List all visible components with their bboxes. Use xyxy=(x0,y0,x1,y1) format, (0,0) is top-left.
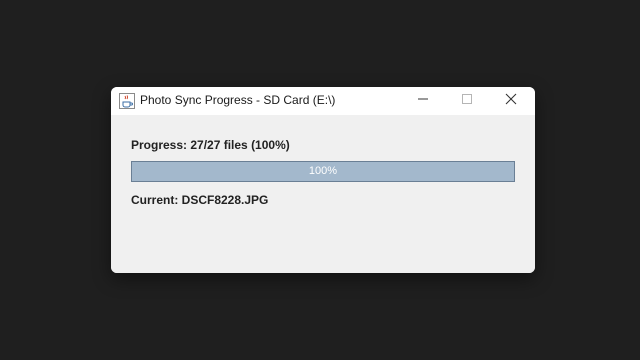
maximize-icon xyxy=(461,92,473,110)
minimize-icon xyxy=(417,92,429,110)
window-title: Photo Sync Progress - SD Card (E:\) xyxy=(140,93,336,107)
progress-label: Progress: 27/27 files (100%) xyxy=(131,138,290,152)
close-icon xyxy=(505,92,517,110)
sync-progress-window: Photo Sync Progress - SD Card (E:\) Prog… xyxy=(111,87,535,273)
progress-bar-text: 100% xyxy=(308,165,338,177)
java-cup-icon xyxy=(119,93,135,109)
maximize-button[interactable] xyxy=(445,87,489,115)
close-button[interactable] xyxy=(489,87,533,115)
minimize-button[interactable] xyxy=(401,87,445,115)
title-bar[interactable]: Photo Sync Progress - SD Card (E:\) xyxy=(111,87,535,115)
progress-bar: 100% xyxy=(131,161,515,182)
window-content: Progress: 27/27 files (100%) 100% Curren… xyxy=(111,115,535,273)
current-file-label: Current: DSCF8228.JPG xyxy=(131,193,269,207)
